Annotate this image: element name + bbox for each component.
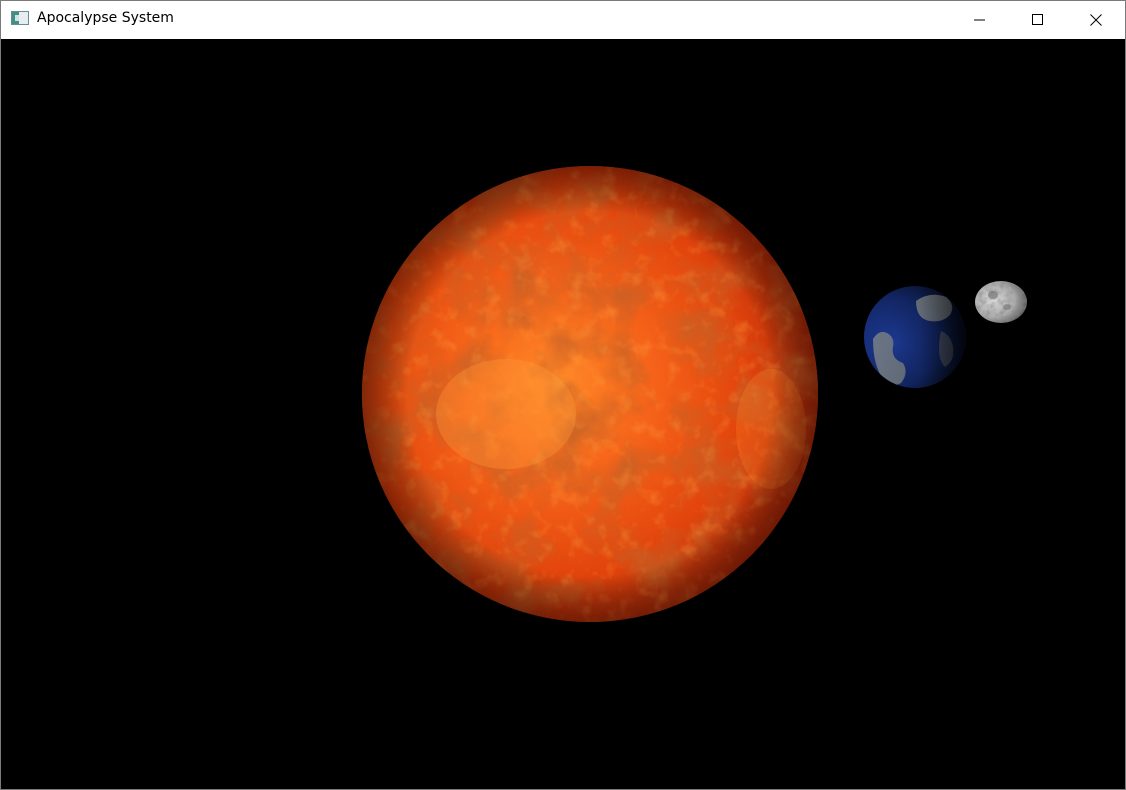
earth-sphere [864, 286, 966, 388]
moon-sphere [975, 281, 1027, 323]
minimize-button[interactable] [951, 1, 1009, 39]
title-bar[interactable]: Apocalypse System [1, 1, 1125, 39]
window-title: Apocalypse System [37, 10, 174, 26]
app-window: Apocalypse System [0, 0, 1126, 790]
scene-canvas [1, 39, 1125, 789]
sun-sphere [362, 166, 818, 622]
render-viewport[interactable] [1, 39, 1125, 789]
close-icon [1090, 14, 1102, 26]
maximize-icon [1032, 14, 1043, 25]
minimize-icon [974, 19, 985, 21]
app-window-icon [11, 11, 29, 25]
close-button[interactable] [1067, 1, 1125, 39]
maximize-button[interactable] [1009, 1, 1067, 39]
